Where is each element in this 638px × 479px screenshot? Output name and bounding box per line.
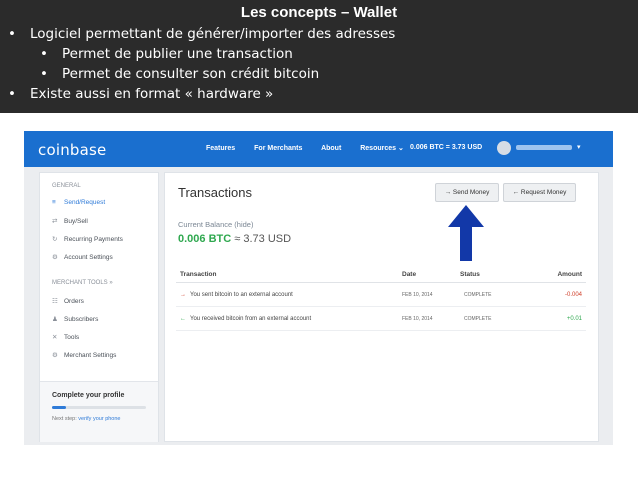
list-icon: ≡ xyxy=(52,199,56,206)
sidebar-item-account-settings[interactable]: ⚙ Account Settings xyxy=(52,253,113,261)
transaction-amount: +0.01 xyxy=(566,316,582,322)
sidebar-item-buy-sell[interactable]: ⇄ Buy/Sell xyxy=(52,217,88,225)
slide-title: Les concepts – Wallet xyxy=(240,4,398,21)
received-arrow-icon: ← xyxy=(180,316,186,322)
balance-value: 0.006 BTC ≈ 3.73 USD xyxy=(178,233,291,245)
orders-icon: ☷ xyxy=(52,298,58,305)
request-money-button[interactable]: ← Request Money xyxy=(503,183,576,202)
next-step-text: Next step: verify your phone xyxy=(52,416,121,422)
coinbase-logo[interactable]: coinbase xyxy=(38,141,106,159)
page-title: Transactions xyxy=(178,185,252,200)
arrow-up-icon xyxy=(448,205,484,261)
gear-icon: ⚙ xyxy=(52,254,58,261)
nav-balance: 0.006 BTC = 3.73 USD xyxy=(410,144,483,151)
column-header-date: Date xyxy=(402,271,417,278)
balance-label[interactable]: Current Balance (hide) xyxy=(178,220,253,229)
bullet-item: • Logiciel permettant de générer/importer… xyxy=(8,26,396,42)
transaction-date: FEB 10, 2014 xyxy=(402,292,433,298)
balance-btc: 0.006 BTC xyxy=(178,233,232,245)
profile-completion-panel: Complete your profile Next step: verify … xyxy=(40,381,158,442)
table-row[interactable]: → You sent bitcoin to an external accoun… xyxy=(176,284,586,307)
profile-progress-bar xyxy=(52,406,146,409)
sidebar-item-recurring-payments[interactable]: ↻ Recurring Payments xyxy=(52,235,123,243)
send-money-button[interactable]: → Send Money xyxy=(435,183,499,202)
exchange-icon: ⇄ xyxy=(52,218,58,225)
transactions-panel: Transactions → Send Money ← Request Mone… xyxy=(164,172,599,442)
transaction-description: You received bitcoin from an external ac… xyxy=(190,316,312,322)
transaction-status: COMPLETE xyxy=(464,316,492,322)
balance-usd: ≈ 3.73 USD xyxy=(234,233,292,245)
transaction-status: COMPLETE xyxy=(464,292,492,298)
bullet-item: • Permet de consulter son crédit bitcoin xyxy=(40,66,320,82)
nav-links: Features For Merchants About Resources ⌄ xyxy=(206,144,421,152)
users-icon: ♟ xyxy=(52,316,58,323)
transaction-description: You sent bitcoin to an external account xyxy=(190,292,293,298)
table-row[interactable]: ← You received bitcoin from an external … xyxy=(176,308,586,331)
slide-header: Les concepts – Wallet • Logiciel permetta… xyxy=(0,0,638,113)
refresh-icon: ↻ xyxy=(52,236,58,243)
sidebar-item-merchant-settings[interactable]: ⚙ Merchant Settings xyxy=(52,351,116,359)
bullet-list: • Logiciel permettant de générer/importer… xyxy=(8,24,395,104)
verify-phone-link[interactable]: verify your phone xyxy=(78,416,120,422)
avatar[interactable] xyxy=(497,141,511,155)
column-header-status: Status xyxy=(460,271,480,278)
column-header-amount: Amount xyxy=(557,271,582,278)
sidebar-item-tools[interactable]: ✕ Tools xyxy=(52,333,79,341)
tools-icon: ✕ xyxy=(52,334,58,341)
transaction-date: FEB 10, 2014 xyxy=(402,316,433,322)
progress-fill xyxy=(52,406,67,409)
nav-merchants[interactable]: For Merchants xyxy=(254,145,302,152)
table-header: Transaction Date Status Amount xyxy=(176,268,586,283)
nav-resources[interactable]: Resources ⌄ xyxy=(360,145,404,152)
gear-icon: ⚙ xyxy=(52,352,58,359)
sidebar-item-subscribers[interactable]: ♟ Subscribers xyxy=(52,315,98,323)
sidebar: GENERAL ≡ Send/Request ⇄ Buy/Sell ↻ Recurri… xyxy=(39,172,159,442)
sidebar-item-orders[interactable]: ☷ Orders xyxy=(52,297,84,305)
sidebar-section-general: GENERAL xyxy=(52,183,81,189)
sent-arrow-icon: → xyxy=(180,292,186,298)
column-header-transaction: Transaction xyxy=(180,271,217,278)
chevron-down-icon[interactable]: ▾ xyxy=(577,143,581,151)
top-navbar: coinbase Features For Merchants About Re… xyxy=(24,131,613,167)
nav-about[interactable]: About xyxy=(321,145,341,152)
coinbase-screenshot: coinbase Features For Merchants About Re… xyxy=(24,131,613,445)
bullet-item: • Existe aussi en format « hardware » xyxy=(8,86,274,102)
bullet-item: • Permet de publier une transaction xyxy=(40,46,293,62)
transaction-amount: -0.004 xyxy=(564,292,582,298)
sidebar-item-send-request[interactable]: ≡ Send/Request xyxy=(52,199,105,206)
account-email-blurred[interactable] xyxy=(516,145,572,150)
nav-features[interactable]: Features xyxy=(206,145,235,152)
sidebar-section-merchant-tools[interactable]: MERCHANT TOOLS » xyxy=(52,280,113,286)
profile-title: Complete your profile xyxy=(52,392,125,399)
